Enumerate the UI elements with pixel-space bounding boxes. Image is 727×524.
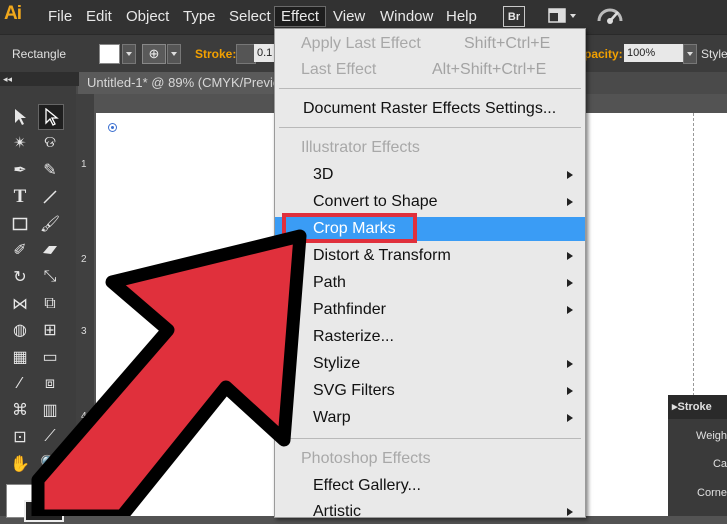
pointer-arrow-annotation xyxy=(31,229,307,516)
